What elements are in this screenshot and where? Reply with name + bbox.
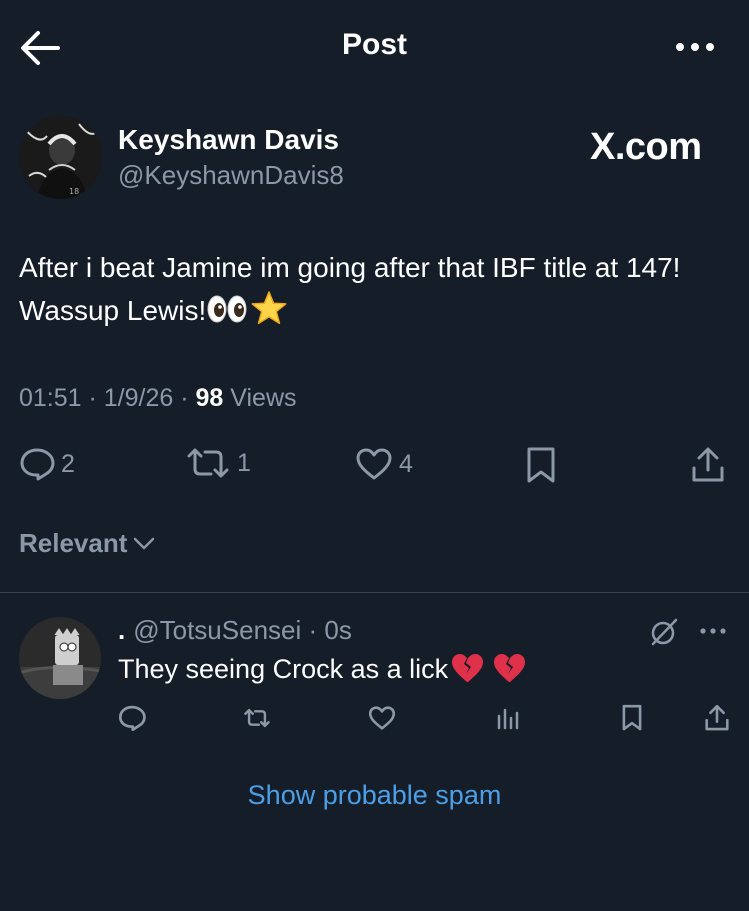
grok-icon[interactable]: [648, 616, 680, 648]
heart-icon: [355, 447, 393, 481]
reply-avatar[interactable]: [19, 617, 101, 699]
more-options-icon[interactable]: [672, 30, 718, 64]
reply-count: 2: [61, 449, 75, 478]
sort-dropdown[interactable]: Relevant: [19, 528, 155, 559]
sort-label: Relevant: [19, 528, 128, 558]
post-meta: 01:51 · 1/9/26 · 98 Views: [19, 384, 297, 412]
like-button[interactable]: 4: [355, 447, 413, 481]
reply-heart-icon[interactable]: [368, 704, 396, 732]
star-emoji-icon: [251, 291, 287, 337]
post-time: 01:51: [19, 384, 82, 412]
reply-reply-icon[interactable]: [118, 704, 146, 732]
svg-text:18: 18: [69, 187, 79, 196]
author-display-name[interactable]: Keyshawn Davis: [118, 124, 339, 156]
reply-time: 0s: [324, 615, 352, 645]
reply-share-icon[interactable]: [703, 704, 731, 732]
reply-bubble-icon: [19, 447, 55, 481]
reply-text: They seeing Crock as a lick: [118, 652, 526, 685]
reply-views-chart-icon[interactable]: [494, 704, 522, 732]
bookmark-button[interactable]: [524, 446, 558, 484]
share-upload-icon: [690, 446, 726, 484]
post-date: 1/9/26: [103, 384, 174, 412]
author-handle[interactable]: @KeyshawnDavis8: [118, 160, 344, 191]
like-count: 4: [399, 449, 413, 478]
views-count: 98: [195, 384, 224, 412]
author-avatar[interactable]: 18: [19, 116, 102, 199]
reply-bookmark-icon[interactable]: [618, 704, 646, 732]
share-button[interactable]: [690, 446, 726, 484]
page-title: Post: [341, 28, 407, 61]
reply-more-icon[interactable]: [697, 620, 729, 642]
broken-heart-emoji-icon: [450, 652, 484, 684]
reply-handle[interactable]: @TotsuSensei: [133, 615, 301, 645]
x-com-watermark: X.com: [590, 126, 702, 168]
broken-heart-emoji-icon: [492, 652, 526, 684]
reply-button[interactable]: 2: [19, 447, 75, 481]
post-text: After i beat Jamine im going after that …: [19, 246, 729, 337]
section-divider: [0, 592, 749, 593]
bookmark-icon: [524, 446, 558, 484]
eyes-emoji-icon: [207, 293, 247, 336]
chevron-down-icon: [133, 537, 155, 551]
repost-count: 1: [237, 448, 251, 477]
views-label: Views: [230, 384, 297, 412]
show-probable-spam-link[interactable]: Show probable spam: [0, 780, 749, 811]
reply-display-name[interactable]: .: [118, 615, 125, 645]
reply-repost-icon[interactable]: [243, 704, 271, 732]
repost-icon: [185, 447, 231, 479]
reply-header: . @TotsuSensei · 0s: [118, 615, 352, 645]
post-text-content: After i beat Jamine im going after that …: [19, 252, 681, 326]
repost-button[interactable]: 1: [185, 447, 251, 479]
reply-text-content: They seeing Crock as a lick: [118, 654, 449, 684]
